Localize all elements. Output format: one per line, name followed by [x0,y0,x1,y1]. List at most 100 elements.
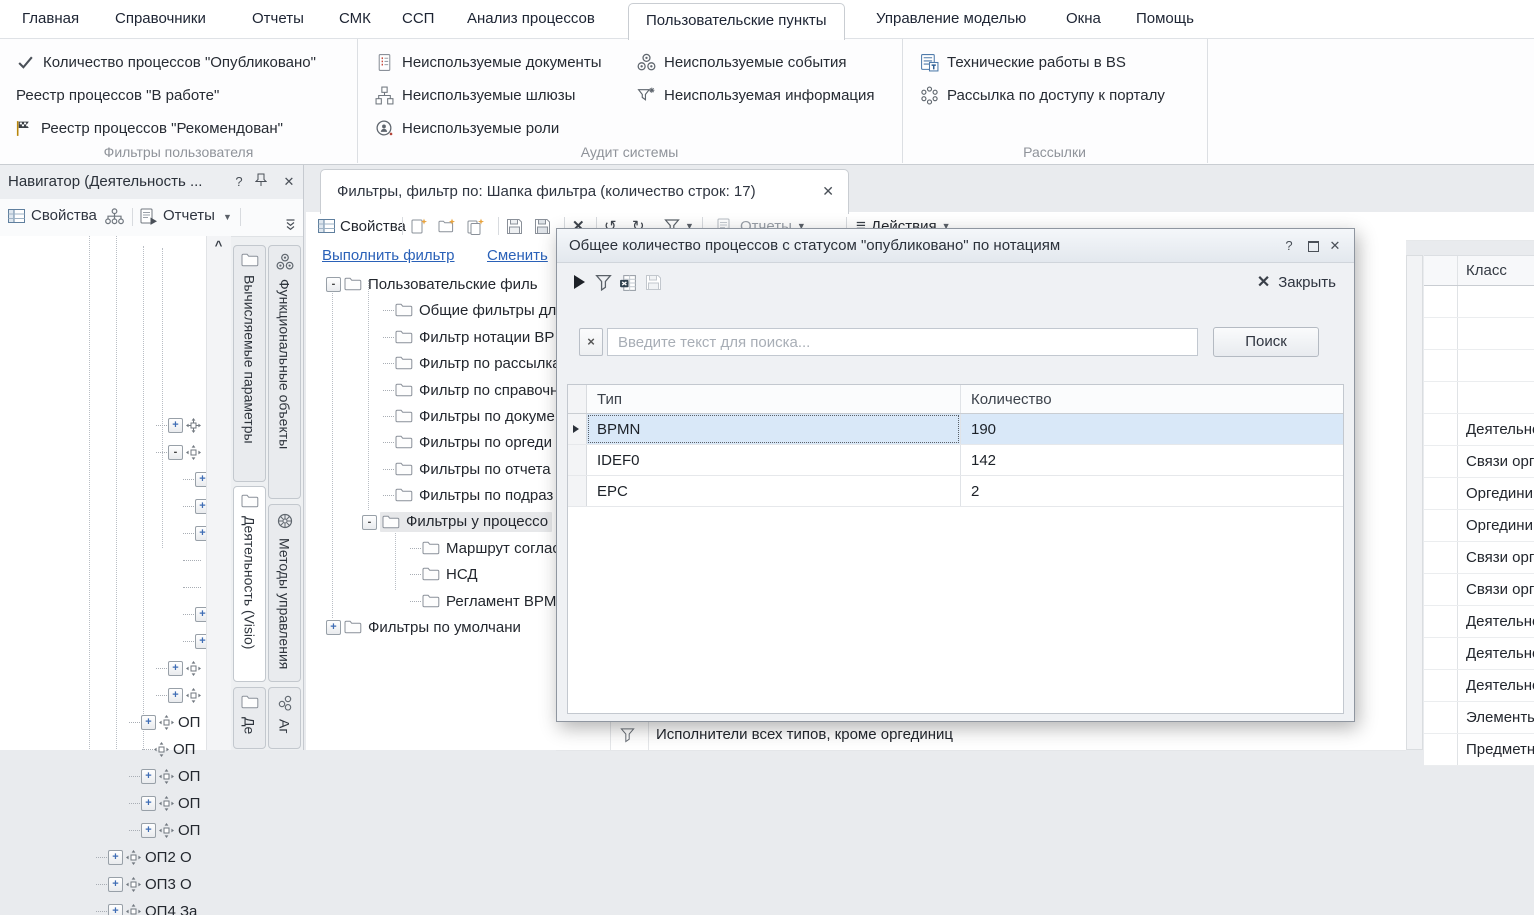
expander-icon[interactable]: + [141,769,156,784]
tree-row[interactable]: +ОП3 О [96,872,192,896]
workspace-tab-filters[interactable]: Фильтры, фильтр по: Шапка фильтра (колич… [320,169,849,214]
expander-icon[interactable]: + [141,823,156,838]
ribbon-item-portal-access-mailing[interactable]: Рассылка по доступу к порталу [920,79,1165,111]
expander-icon[interactable]: + [108,850,123,865]
ribbon-item-unused-roles[interactable]: Неиспользуемые роли [375,112,559,144]
table-row[interactable] [1424,286,1534,318]
close-icon[interactable]: ✕ [280,173,298,191]
reports-button[interactable]: Отчеты [163,207,215,224]
pin-icon[interactable] [255,173,273,191]
main-table-scrollbar[interactable] [1406,255,1423,750]
new-folder-button[interactable] [438,212,456,240]
vtab-calculated-parameters[interactable]: Вычисляемые параметры [233,245,266,482]
filter-tree-row[interactable]: Фильтры по отчета [383,457,551,481]
menu-smk[interactable]: СМК [339,0,371,38]
menu-ssp[interactable]: ССП [402,0,434,38]
clear-search-button[interactable]: × [579,328,603,356]
tree-row[interactable]: +ОП2 О [96,845,192,869]
filter-tree-row[interactable]: Фильтры по подраз [383,483,553,507]
tree-row[interactable]: +ОП [129,791,200,815]
menu-process-analysis[interactable]: Анализ процессов [467,0,595,38]
expander-icon[interactable]: + [108,877,123,892]
expander-icon[interactable]: - [326,277,341,292]
dialog-help-icon[interactable]: ? [1280,237,1298,255]
toolbar-overflow-icon[interactable] [284,219,297,231]
vtab-functional-objects[interactable]: Функциональные объекты [268,245,301,499]
help-icon[interactable]: ? [230,173,248,191]
table-row[interactable]: Деятельность [1424,638,1534,670]
table-row[interactable]: Предметные о [1424,734,1534,766]
save-button[interactable] [506,212,523,240]
count-column-header[interactable]: Количество [960,385,1343,413]
table-row[interactable]: Связи оргедини [1424,574,1534,606]
ribbon-item-unused-events[interactable]: Неиспользуемые события [637,46,847,78]
filter-tree-row[interactable]: +Фильтры по умолчани [326,615,521,639]
menu-model-management[interactable]: Управление моделью [876,0,1026,38]
ribbon-item-tech-works[interactable]: Технические работы в BS [920,46,1126,78]
properties-button[interactable]: Свойства [318,212,406,240]
menu-windows[interactable]: Окна [1066,0,1101,38]
tree-scrollbar[interactable]: ^ [206,236,231,750]
menu-directories[interactable]: Справочники [115,0,206,38]
filter-tree-row[interactable]: Фильтры по докуме [383,404,555,428]
filter-tree-row[interactable]: НСД [410,562,478,586]
expander-icon[interactable]: - [362,515,377,530]
new-item-button[interactable] [410,212,428,240]
tree-row[interactable]: +ОП [129,818,200,842]
properties-grid-icon[interactable] [8,209,25,223]
vtab-activity-bottom[interactable]: Де [233,687,266,749]
run-icon[interactable] [573,274,586,290]
properties-button[interactable]: Свойства [31,207,97,224]
run-filter-link[interactable]: Выполнить фильтр [322,247,455,264]
menu-user-items-active-tab[interactable]: Пользовательские пункты [628,3,845,40]
filter-tree-row[interactable]: Фильтр по справочн [383,378,558,402]
menu-main[interactable]: Главная [22,0,79,38]
vtab-management-methods[interactable]: Методы управления [268,504,301,682]
search-input[interactable] [607,328,1198,356]
ribbon-item-unused-information[interactable]: Неиспользуемая информация [637,79,875,111]
dialog-titlebar[interactable]: Общее количество процессов с статусом "о… [557,229,1354,263]
ribbon-item-recommended-registry[interactable]: Реестр процессов "Рекомендован" [14,112,283,144]
scroll-up-icon[interactable]: ^ [209,238,228,256]
tree-row[interactable]: +ОП [129,764,200,788]
menu-reports[interactable]: Отчеты [252,0,304,38]
filter-tree-row[interactable]: Фильтры по оргеди [383,430,552,454]
filter-tree-row[interactable]: Маршрут соглас [410,536,560,560]
copy-items-button[interactable] [466,212,485,240]
filter-tree-row[interactable]: -Пользовательские филь [326,272,538,296]
table-row[interactable]: Связи оргедини [1424,542,1534,574]
partially-visible-table-row[interactable]: Исполнители всех типов, кроме оргединиц [556,722,1406,751]
type-column-header[interactable]: Тип [587,385,960,413]
table-row-idef0[interactable]: IDEF0 142 [568,445,1343,476]
ribbon-item-published-count[interactable]: Количество процессов "Опубликовано" [16,46,316,78]
filter-tree-row-selected[interactable]: -Фильтры у процессо [362,510,552,534]
table-row[interactable]: Оргединицы [1424,478,1534,510]
chevron-down-icon[interactable]: ▼ [223,212,232,222]
table-row[interactable]: Связи оргедини [1424,446,1534,478]
table-row[interactable] [1424,318,1534,350]
table-row-epc[interactable]: EPC 2 [568,476,1343,507]
vtab-bottom-second[interactable]: Аг [268,687,301,749]
tab-close-icon[interactable]: ✕ [822,183,834,200]
menu-help[interactable]: Помощь [1136,0,1194,38]
ribbon-item-unused-gateways[interactable]: Неиспользуемые шлюзы [375,79,575,111]
search-button[interactable]: Поиск [1213,327,1319,357]
table-row[interactable]: Элементы еди [1424,702,1534,734]
vtab-activity-visio[interactable]: Деятельность (Visio) [233,486,266,682]
ribbon-item-unused-documents[interactable]: Неиспользуемые документы [375,46,602,78]
tree-row[interactable]: +ОП4 За [96,899,197,915]
excel-export-icon[interactable] [619,274,637,292]
close-button[interactable]: ✕ Закрыть [1257,272,1336,292]
table-row[interactable] [1424,350,1534,382]
expander-icon[interactable]: + [108,904,123,915]
class-column-header[interactable]: Класс [1458,256,1534,285]
table-row[interactable]: Оргединицы [1424,510,1534,542]
hierarchy-icon[interactable] [104,208,125,225]
dialog-maximize-icon[interactable] [1304,237,1322,255]
expander-icon[interactable]: + [141,796,156,811]
table-row[interactable]: Деятельность [1424,670,1534,702]
filter-icon[interactable] [595,274,612,291]
save-all-button[interactable] [534,212,551,240]
ribbon-item-in-progress-registry[interactable]: Реестр процессов "В работе" [16,79,219,111]
filter-tree-row[interactable]: Общие фильтры для [383,298,564,322]
